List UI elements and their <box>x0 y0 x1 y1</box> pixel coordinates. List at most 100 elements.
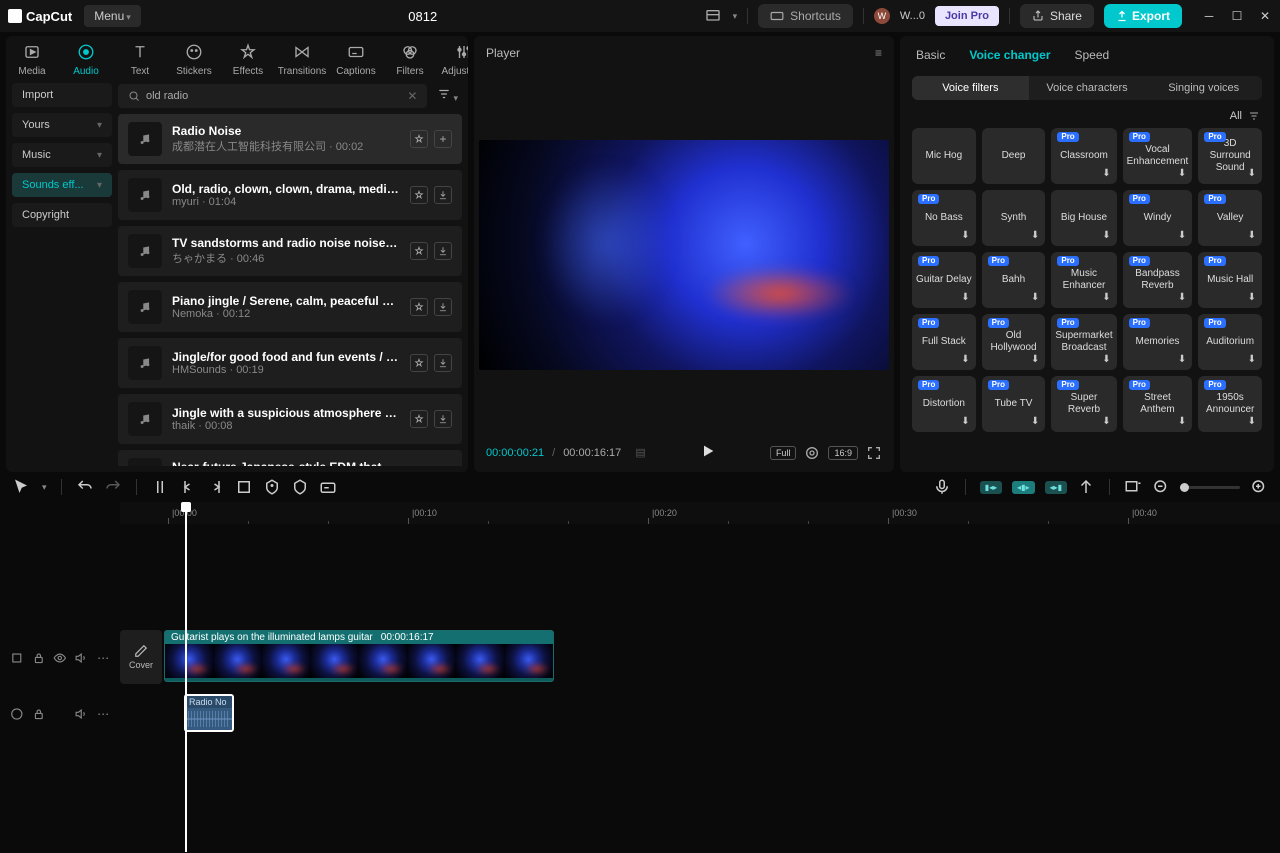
timeline-ruler[interactable]: |00:00|00:10|00:20|00:30|00:40 <box>120 502 1280 524</box>
category-copyright[interactable]: Copyright <box>12 203 112 227</box>
effect-no-bass[interactable]: ProNo Bass⬇ <box>912 190 976 246</box>
export-button[interactable]: Export <box>1104 4 1182 28</box>
redo-button[interactable] <box>104 478 122 496</box>
effect-deep[interactable]: Deep <box>982 128 1046 184</box>
effect-guitar-delay[interactable]: ProGuitar Delay⬇ <box>912 252 976 308</box>
filter-button[interactable]: ▾ <box>433 83 462 108</box>
effect-vocal-enhancement[interactable]: ProVocal Enhancement⬇ <box>1123 128 1193 184</box>
track-mute-icon[interactable] <box>75 651 89 665</box>
share-button[interactable]: Share <box>1020 4 1094 28</box>
right-tab-basic[interactable]: Basic <box>916 48 945 62</box>
align-tool[interactable] <box>1077 478 1095 496</box>
audio-track-type-icon[interactable] <box>10 707 24 721</box>
effect-bahh[interactable]: ProBahh⬇ <box>982 252 1046 308</box>
category-import[interactable]: Import <box>12 83 112 107</box>
pointer-tool[interactable] <box>12 478 30 496</box>
favorite-button[interactable] <box>410 410 428 428</box>
effect-----s-announcer[interactable]: Pro1950s Announcer⬇ <box>1198 376 1262 432</box>
crop-icon[interactable] <box>804 445 820 461</box>
download-button[interactable] <box>434 410 452 428</box>
maximize-button[interactable]: ☐ <box>1230 9 1244 23</box>
marker-tool[interactable] <box>263 478 281 496</box>
effect-music-enhancer[interactable]: ProMusic Enhancer⬇ <box>1051 252 1116 308</box>
audio-track-more-icon[interactable]: ⋯ <box>96 707 110 721</box>
zoom-out-button[interactable] <box>1152 478 1170 496</box>
effect-synth[interactable]: Synth⬇ <box>982 190 1046 246</box>
track-lock-icon[interactable] <box>32 651 46 665</box>
cover-button[interactable]: Cover <box>120 630 162 684</box>
effect--d-surround-sound[interactable]: Pro3D Surround Sound⬇ <box>1198 128 1262 184</box>
favorite-button[interactable] <box>410 298 428 316</box>
effect-big-house[interactable]: Big House⬇ <box>1051 190 1116 246</box>
category-soundseff[interactable]: Sounds eff...▾ <box>12 173 112 197</box>
track-option-1[interactable]: ▮◂▸ <box>980 481 1002 494</box>
effect-memories[interactable]: ProMemories⬇ <box>1123 314 1193 370</box>
zoom-in-button[interactable] <box>1250 478 1268 496</box>
crop-tool[interactable] <box>235 478 253 496</box>
favorite-button[interactable] <box>410 130 428 148</box>
result-item[interactable]: Old, radio, clown, clown, drama, medieva… <box>118 170 462 220</box>
search-input[interactable] <box>146 90 401 102</box>
audio-track-mute-icon[interactable] <box>75 707 89 721</box>
effect-auditorium[interactable]: ProAuditorium⬇ <box>1198 314 1262 370</box>
aspect-ratio-button[interactable]: 16:9 <box>828 446 858 460</box>
effect-super-reverb[interactable]: ProSuper Reverb⬇ <box>1051 376 1116 432</box>
join-pro-button[interactable]: Join Pro <box>935 6 999 26</box>
user-avatar[interactable]: W <box>874 8 890 24</box>
tab-transitions[interactable]: Transitions <box>286 42 318 77</box>
track-visible-icon[interactable] <box>53 651 67 665</box>
undo-button[interactable] <box>76 478 94 496</box>
close-button[interactable]: ✕ <box>1258 9 1272 23</box>
result-item[interactable]: Jingle with a suspicious atmosphere like… <box>118 394 462 444</box>
result-item[interactable]: Near-future Japanese-style EDM that is l… <box>118 450 462 466</box>
effect-tube-tv[interactable]: ProTube TV⬇ <box>982 376 1046 432</box>
track-more-icon[interactable]: ⋯ <box>96 651 110 665</box>
tab-filters[interactable]: Filters <box>394 42 426 77</box>
layout-dropdown[interactable]: ▾ <box>733 11 738 22</box>
tab-text[interactable]: Text <box>124 42 156 77</box>
tab-media[interactable]: Media <box>16 42 48 77</box>
download-button[interactable] <box>434 242 452 260</box>
track-option-3[interactable]: ◂▸▮ <box>1045 481 1067 494</box>
all-filter[interactable]: All <box>1230 110 1242 122</box>
favorite-button[interactable] <box>410 242 428 260</box>
download-button[interactable] <box>434 186 452 204</box>
pointer-dropdown[interactable]: ▾ <box>42 482 47 493</box>
video-preview[interactable] <box>479 140 889 370</box>
favorite-button[interactable] <box>410 186 428 204</box>
subtab-voice-characters[interactable]: Voice characters <box>1029 76 1146 100</box>
filter-icon[interactable] <box>1248 110 1260 122</box>
track-settings-icon[interactable] <box>10 651 24 665</box>
right-tab-voice-changer[interactable]: Voice changer <box>969 48 1050 62</box>
preview-tool[interactable] <box>1124 478 1142 496</box>
zoom-slider[interactable] <box>1180 486 1240 489</box>
caption-tool[interactable] <box>319 478 337 496</box>
effect-full-stack[interactable]: ProFull Stack⬇ <box>912 314 976 370</box>
shield-tool[interactable] <box>291 478 309 496</box>
menu-button[interactable]: Menu▾ <box>84 5 141 27</box>
effect-classroom[interactable]: ProClassroom⬇ <box>1051 128 1116 184</box>
result-item[interactable]: TV sandstorms and radio noise noise (old… <box>118 226 462 276</box>
effect-music-hall[interactable]: ProMusic Hall⬇ <box>1198 252 1262 308</box>
trim-right-tool[interactable] <box>207 478 225 496</box>
audio-clip[interactable]: Radio No <box>184 694 234 732</box>
minimize-button[interactable]: ─ <box>1202 9 1216 23</box>
tab-stickers[interactable]: Stickers <box>178 42 210 77</box>
right-tab-speed[interactable]: Speed <box>1074 48 1109 62</box>
layout-icon[interactable] <box>705 8 721 24</box>
trim-left-tool[interactable] <box>179 478 197 496</box>
video-clip[interactable]: Guitarist plays on the illuminated lamps… <box>164 630 554 682</box>
tab-adjustmer[interactable]: Adjustmer <box>448 42 468 77</box>
split-tool[interactable] <box>151 478 169 496</box>
effect-distortion[interactable]: ProDistortion⬇ <box>912 376 976 432</box>
mic-tool[interactable] <box>933 478 951 496</box>
tab-captions[interactable]: Captions <box>340 42 372 77</box>
category-yours[interactable]: Yours▾ <box>12 113 112 137</box>
playhead[interactable] <box>185 506 187 852</box>
player-menu-icon[interactable]: ≡ <box>875 46 882 60</box>
fullscreen-icon[interactable] <box>866 445 882 461</box>
effect-street-anthem[interactable]: ProStreet Anthem⬇ <box>1123 376 1193 432</box>
download-button[interactable] <box>434 298 452 316</box>
effect-windy[interactable]: ProWindy⬇ <box>1123 190 1193 246</box>
effect-mic-hog[interactable]: Mic Hog <box>912 128 976 184</box>
